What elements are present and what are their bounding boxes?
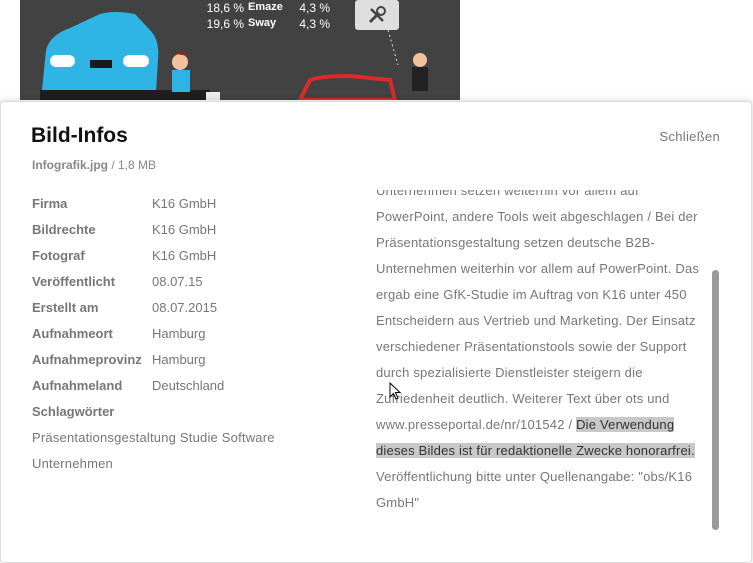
meta-row-veroeffentlicht: Veröffentlicht 08.07.15	[32, 274, 352, 300]
meta-key: Aufnahmeland	[32, 378, 123, 393]
meta-row-fotograf: Fotograf K16 GmbH	[32, 248, 352, 274]
meta-value: Deutschland	[152, 378, 225, 393]
meta-value: Hamburg	[152, 326, 206, 341]
metadata-list: Firma K16 GmbH Bildrechte K16 GmbH Fotog…	[32, 196, 352, 477]
description-part: Veröffentlichung bitte unter Quellenanga…	[376, 469, 693, 510]
meta-key: Aufnahmeort	[32, 326, 113, 341]
stat-percent: 19,6 %	[206, 17, 244, 31]
description-part: Unternehmen setzen weiterhin vor allem a…	[376, 190, 700, 432]
close-button[interactable]: Schließen	[659, 129, 720, 144]
stat-percent: 4,3 %	[299, 1, 330, 15]
file-size: / 1,8 MB	[108, 158, 157, 172]
stat-row: 18,6 % Emaze 4,3 %	[200, 1, 360, 17]
scrollbar-thumb[interactable]	[712, 270, 719, 530]
meta-key: Firma	[32, 196, 68, 211]
meta-value: K16 GmbH	[152, 248, 217, 263]
infographic-background: 18,6 % Emaze 4,3 % 19,6 % Sway 4,3 %	[20, 0, 460, 100]
meta-key: Aufnahmeprovinz	[32, 352, 142, 367]
stat-percent: 18,6 %	[206, 1, 244, 15]
meta-key: Fotograf	[32, 248, 85, 263]
file-name: Infografik.jpg	[32, 158, 108, 172]
meta-row-aufnahmeprovinz: Aufnahmeprovinz Hamburg	[32, 352, 352, 378]
description-text: Unternehmen setzen weiterhin vor allem a…	[376, 190, 708, 516]
stat-percent: 4,3 %	[299, 17, 330, 31]
stat-tool-name: Emaze	[248, 1, 283, 13]
image-info-dialog: Bild-Infos Schließen Infografik.jpg / 1,…	[0, 101, 752, 563]
tools-icon	[355, 0, 399, 30]
description-scroll-area[interactable]: Unternehmen setzen weiterhin vor allem a…	[376, 190, 708, 520]
meta-row-firma: Firma K16 GmbH	[32, 196, 352, 222]
meta-key: Erstellt am	[32, 300, 99, 315]
meta-row-aufnahmeland: Aufnahmeland Deutschland	[32, 378, 352, 404]
meta-row-aufnahmeort: Aufnahmeort Hamburg	[32, 326, 352, 352]
meta-row-schlagwoerter: Schlagwörter	[32, 404, 352, 430]
stat-tool-name: Sway	[248, 17, 277, 29]
meta-row-erstellt-am: Erstellt am 08.07.2015	[32, 300, 352, 326]
meta-value: 08.07.2015	[152, 300, 218, 315]
file-info: Infografik.jpg / 1,8 MB	[32, 158, 156, 172]
keywords-text: Präsentationsgestaltung Studie Software …	[32, 430, 275, 471]
meta-key: Schlagwörter	[32, 404, 115, 419]
meta-value: Hamburg	[152, 352, 206, 367]
meta-key: Veröffentlicht	[32, 274, 116, 289]
meta-value: 08.07.15	[152, 274, 203, 289]
meta-key: Bildrechte	[32, 222, 96, 237]
dialog-title: Bild-Infos	[31, 124, 128, 147]
meta-row-bildrechte: Bildrechte K16 GmbH	[32, 222, 352, 248]
meta-value: K16 GmbH	[152, 222, 217, 237]
meta-value: K16 GmbH	[152, 196, 217, 211]
stat-row: 19,6 % Sway 4,3 %	[200, 17, 360, 33]
mouse-cursor-icon	[389, 382, 402, 400]
